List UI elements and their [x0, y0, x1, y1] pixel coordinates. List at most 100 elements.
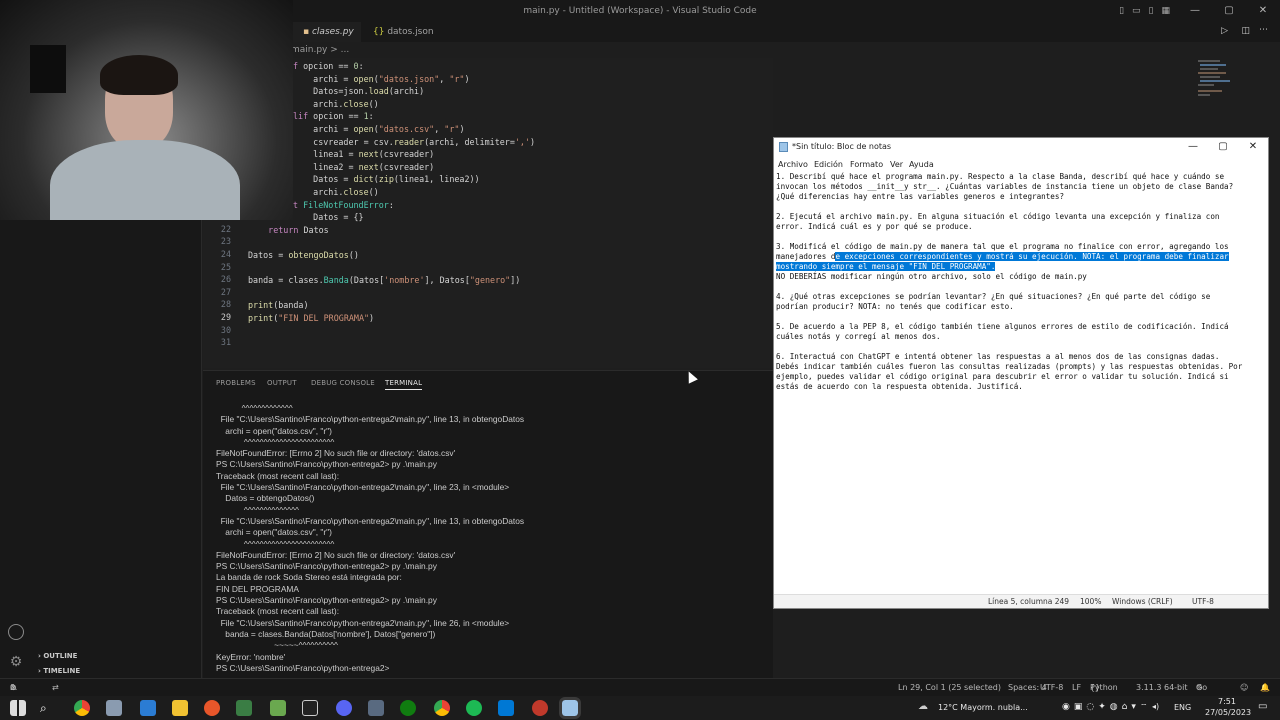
notepad-text-area[interactable]: 1. Describí qué hace el programa main.py…: [776, 172, 1266, 392]
terminal-line: ^^^^^^^^^^^^^: [216, 403, 293, 413]
more-actions-icon[interactable]: ⋯: [1259, 25, 1268, 35]
weather-text[interactable]: 12°C Mayorm. nubla...: [938, 703, 1028, 712]
spotify-icon[interactable]: [466, 700, 482, 716]
code-line[interactable]: f opcion == 0:: [293, 60, 364, 73]
code-line[interactable]: Datos = {}: [293, 211, 363, 224]
tab-debug-console[interactable]: DEBUG CONSOLE: [311, 379, 375, 387]
window-title: main.py - Untitled (Workspace) - Visual …: [523, 6, 757, 16]
end-of-line[interactable]: LF: [1072, 679, 1081, 696]
app-icon[interactable]: [532, 700, 548, 716]
outline-section[interactable]: › OUTLINE: [38, 652, 77, 660]
volume-icon[interactable]: ◂): [1152, 702, 1159, 711]
terminal-line: Traceback (most recent call last):: [216, 470, 340, 481]
terminal-line: Traceback (most recent call last):: [216, 606, 340, 617]
feedback-icon[interactable]: ☺: [1240, 679, 1248, 696]
menu-archivo[interactable]: Archivo: [778, 158, 808, 172]
tab-terminal[interactable]: TERMINAL: [385, 379, 423, 390]
minecraft-icon[interactable]: [270, 700, 286, 716]
toggle-secondary-sidebar-icon[interactable]: ▯: [1149, 0, 1154, 22]
code-line[interactable]: Datos = dict(zip(linea1, linea2)): [293, 173, 479, 186]
notepad-line: [776, 282, 1266, 292]
cursor-position[interactable]: Ln 29, Col 1 (25 selected): [898, 679, 1001, 696]
file-explorer-icon[interactable]: [172, 700, 188, 716]
maximize-icon[interactable]: ▢: [1212, 0, 1246, 22]
notepad-line: [776, 202, 1266, 212]
code-line[interactable]: archi = open("datos.json", "r"): [293, 73, 469, 86]
terminal-output[interactable]: ^^^^^^^^^^^^^ File "C:\Users\Santino\Fra…: [216, 403, 766, 674]
start-windows-icon[interactable]: [10, 700, 26, 716]
terminal-line: File "C:\Users\Santino\Franco\python-ent…: [216, 515, 525, 526]
status-bar: ⊗ 0 ⚠ 0 ⇄ Ln 29, Col 1 (25 selected) Spa…: [0, 678, 1280, 709]
tab-output[interactable]: OUTPUT: [267, 379, 297, 387]
vscode-icon[interactable]: [498, 700, 514, 716]
code-line[interactable]: banda = clases.Banda(Datos['nombre'], Da…: [248, 274, 520, 287]
split-editor-icon[interactable]: ◫: [1241, 26, 1250, 36]
taskbar: ⌕ ☁ 12°C Mayorm. nubla... ◉▣◌✦◍⌂▾ ⌔ ◂) E…: [0, 696, 1280, 720]
wifi-icon[interactable]: ⌔: [1140, 702, 1148, 712]
maximize-icon[interactable]: ▢: [1208, 138, 1238, 156]
remote-icon[interactable]: ⇄: [52, 679, 59, 696]
close-icon[interactable]: ✕: [1246, 0, 1280, 22]
chrome-icon[interactable]: [74, 700, 90, 716]
code-line[interactable]: Datos=json.load(archi): [293, 85, 424, 98]
clock-date[interactable]: 27/05/2023: [1205, 708, 1251, 717]
discord-icon[interactable]: [336, 700, 352, 716]
minimize-icon[interactable]: —: [1178, 138, 1208, 156]
menu-edicion[interactable]: Edición: [814, 158, 843, 172]
brave-icon[interactable]: [204, 700, 220, 716]
webcam-person-body: [50, 140, 240, 220]
account-icon[interactable]: [8, 624, 24, 640]
toggle-sidebar-icon[interactable]: ▯: [1119, 0, 1124, 22]
close-icon[interactable]: ✕: [1238, 138, 1268, 156]
menu-ayuda[interactable]: Ayuda: [909, 158, 934, 172]
tab-datos-json[interactable]: {} datos.json: [361, 22, 441, 42]
epic-games-icon[interactable]: [302, 700, 318, 716]
run-icon[interactable]: ▷: [1221, 26, 1228, 36]
code-line[interactable]: lif opcion == 1:: [293, 110, 374, 123]
code-line[interactable]: print("FIN DEL PROGRAMA"): [248, 312, 374, 325]
notifications-icon[interactable]: 🔔: [1260, 679, 1270, 696]
manage-gear-icon[interactable]: ⚙: [8, 654, 24, 670]
app-icon[interactable]: [106, 700, 122, 716]
menu-ver[interactable]: Ver: [890, 158, 903, 172]
notepad-line: 2. Ejecutá el archivo main.py. En alguna…: [776, 212, 1220, 221]
toggle-panel-icon[interactable]: ▭: [1132, 0, 1141, 22]
file-encoding[interactable]: UTF-8: [1040, 679, 1063, 696]
code-line[interactable]: t FileNotFoundError:: [293, 199, 394, 212]
mail-icon[interactable]: [140, 700, 156, 716]
tab-problems[interactable]: PROBLEMS: [216, 379, 256, 387]
line-number: 24: [220, 249, 231, 259]
timeline-section[interactable]: › TIMELINE: [38, 667, 80, 675]
chrome-icon[interactable]: [434, 700, 450, 716]
notepad-line: [776, 312, 1266, 322]
language-indicator[interactable]: ENG: [1174, 703, 1191, 712]
tab-clases-py[interactable]: ▪ clases.py: [291, 22, 361, 42]
minimap[interactable]: [1190, 58, 1240, 108]
code-line[interactable]: print(banda): [248, 299, 309, 312]
search-icon[interactable]: ⌕: [40, 700, 56, 716]
clock-time[interactable]: 7:51: [1218, 697, 1236, 706]
tray-icons[interactable]: ◉▣◌✦◍⌂▾: [1062, 702, 1140, 712]
notification-center-icon[interactable]: ▭: [1258, 701, 1267, 712]
app-icon[interactable]: [236, 700, 252, 716]
code-line[interactable]: linea2 = next(csvreader): [293, 161, 434, 174]
minimize-icon[interactable]: —: [1178, 0, 1212, 22]
timeline-label: TIMELINE: [43, 667, 81, 675]
code-line[interactable]: archi = open("datos.csv", "r"): [293, 123, 464, 136]
menu-formato[interactable]: Formato: [850, 158, 883, 172]
xbox-icon[interactable]: [400, 700, 416, 716]
code-line[interactable]: return Datos: [248, 224, 329, 237]
code-line[interactable]: archi.close(): [293, 186, 379, 199]
code-line[interactable]: archi.close(): [293, 98, 379, 111]
code-line[interactable]: linea1 = next(csvreader): [293, 148, 434, 161]
notepad-taskbar-icon[interactable]: [559, 697, 581, 719]
customize-layout-icon[interactable]: ▦: [1161, 0, 1170, 22]
code-line[interactable]: csvreader = csv.reader(archi, delimiter=…: [293, 136, 535, 149]
calculator-icon[interactable]: [368, 700, 384, 716]
notepad-line: Debés indicar también cuáles fueron las …: [776, 362, 1243, 371]
code-line[interactable]: Datos = obtengoDatos(): [248, 249, 359, 262]
python-interpreter[interactable]: 3.11.3 64-bit: [1136, 679, 1188, 696]
terminal-line: ~~~~~^^^^^^^^^^: [216, 640, 338, 651]
breadcrumb[interactable]: main.py > ...: [203, 42, 1280, 58]
notepad-line: podrían producir? NOTA: no tenés que cod…: [776, 302, 1014, 311]
